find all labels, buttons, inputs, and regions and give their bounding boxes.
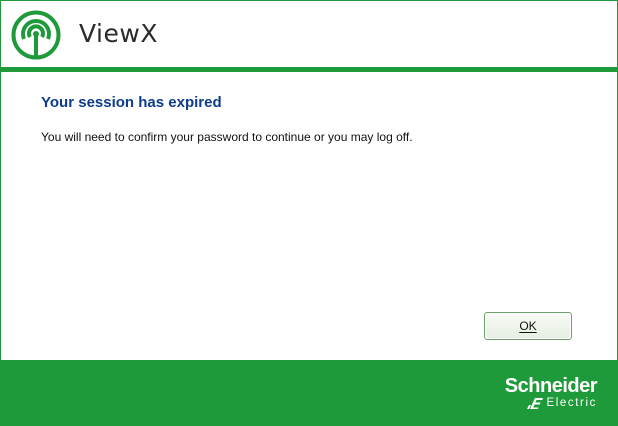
dialog-content: Your session has expired You will need t… (1, 72, 617, 360)
schneider-electric-mark-icon (527, 398, 544, 409)
wireless-signal-icon (11, 10, 61, 60)
brand-sub-line: Electric (526, 397, 597, 411)
app-title: ViewX (79, 19, 158, 48)
brand-name: Schneider (504, 375, 598, 397)
session-expired-window: ViewX Your session has expired You will … (0, 0, 618, 426)
schneider-electric-logo: Schneider Electric (489, 375, 599, 413)
dialog-title: Your session has expired (41, 94, 222, 111)
footer: Schneider Electric (1, 360, 617, 425)
brand-sub: Electric (546, 397, 597, 409)
dialog-message: You will need to confirm your password t… (41, 130, 413, 144)
header: ViewX (1, 1, 617, 67)
ok-button[interactable]: OK (484, 312, 572, 340)
